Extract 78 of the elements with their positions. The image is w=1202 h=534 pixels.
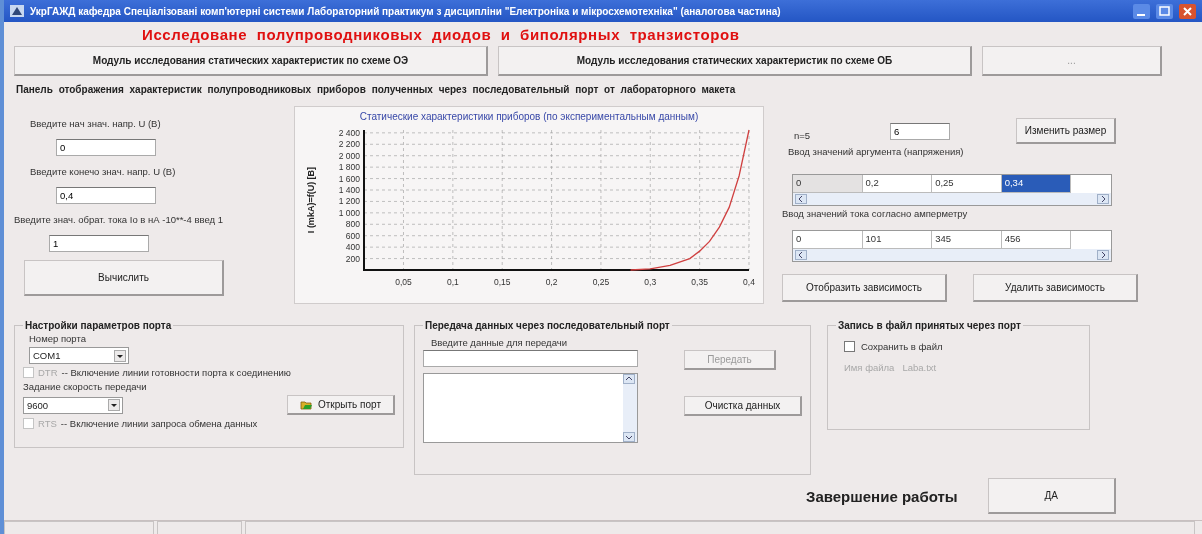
y-tick-label: 1 800 (338, 162, 360, 173)
grid-cell[interactable]: 345 (932, 231, 1002, 249)
minimize-button[interactable] (1133, 3, 1150, 19)
group-legend: Настройки параметров порта (23, 320, 174, 331)
field-label: Введите нач знач. напр. U (B) (30, 118, 161, 129)
data-grid[interactable]: 0 101 345 456 (792, 230, 1112, 262)
graph-button[interactable]: Удалить зависимость (973, 274, 1138, 302)
folder-icon (300, 399, 312, 410)
module-button[interactable]: Модуль исследования статических характеристик по схеме ОБ (498, 46, 972, 76)
finish-button[interactable]: ДА (987, 478, 1116, 514)
transfer-input-field[interactable] (423, 350, 638, 367)
file-name: Laba.txt (902, 362, 937, 373)
grid-header-cell[interactable]: 0 (793, 175, 863, 193)
checkbox-label: Сохранить в файл (861, 341, 943, 352)
page-heading: Исследоване полупроводниковых диодов и биполярных транзисторов (141, 25, 741, 45)
grid-cell[interactable]: 101 (862, 231, 933, 249)
app-icon (10, 5, 24, 17)
checkbox-label: DTR (38, 367, 58, 378)
group-legend: Передача данных через последовательный порт (423, 320, 672, 331)
grid-cell[interactable]: 0 (793, 231, 863, 249)
scroll-down-arrow[interactable] (623, 432, 635, 442)
resize-button[interactable]: Изменить размер (1016, 118, 1116, 144)
speed-dropdown[interactable]: 9600 (23, 396, 123, 414)
clear-data-button[interactable]: Очистка данных (684, 396, 802, 416)
x-tick-label: 0,2 (545, 277, 557, 287)
y-axis-label: I (mkA)=f(U) [B] (305, 166, 316, 234)
input-field[interactable]: 0,4 (56, 187, 156, 204)
panel-caption: Панель отображения характеристик полупроводниковых приборов полученных через последовательный порт от лабораторного макета (15, 83, 737, 97)
input-field[interactable]: 1 (49, 235, 149, 252)
y-tick-label: 2 200 (338, 139, 360, 150)
checkbox-description: -- Включение линии запроса обмена данных (60, 418, 258, 429)
calculate-button[interactable]: Вычислить (24, 260, 224, 296)
graph-button[interactable]: Отобразить зависимость (782, 274, 947, 302)
field-label: Введите знач. обрат. тока Io в нА -10**-4 введ 1 (14, 214, 223, 225)
port-dropdown[interactable]: COM1 (29, 347, 129, 364)
window-title: УкрГАЖД кафедра Спеціалізовані комп'ютерні системи Лабораторний практикум з дисципліни "Електроніка и мікросхемотехніка" (аналогова частина) (30, 5, 782, 17)
field-label: Введите конечо знач. напр. U (B) (30, 166, 176, 177)
field-label: Номер порта (29, 333, 86, 344)
x-tick-label: 0,25 (592, 277, 609, 287)
grid-cell[interactable]: 0,34 (1001, 175, 1072, 193)
grid-cell[interactable]: 456 (1001, 231, 1072, 249)
module-button[interactable]: Модуль исследования статических характеристик по схеме ОЭ (14, 46, 488, 76)
field-label: Имя файла (844, 362, 895, 373)
y-tick-label: 200 (345, 253, 360, 264)
group-legend: Запись в файл принятых через порт (836, 320, 1023, 331)
grid-label: Ввод значений тока согласно амперметру (782, 208, 968, 219)
chart-title: Статические характеристики приборов (по экспериментальным данным) (359, 111, 699, 122)
x-tick-label: 0,3 (643, 277, 656, 287)
input-field[interactable]: 0 (56, 139, 156, 156)
y-tick-label: 2 400 (338, 127, 360, 138)
field-label: Введите данные для передачи (431, 337, 567, 348)
size-label: n=5 (794, 129, 811, 141)
y-tick-label: 1 400 (338, 185, 360, 195)
checkbox-label: RTS (38, 418, 57, 429)
y-tick-label: 400 (345, 242, 360, 253)
x-tick-label: 0,1 (446, 277, 459, 287)
finish-label: Завершение работы (806, 487, 958, 505)
y-tick-label: 800 (345, 219, 360, 230)
x-tick-label: 0,4 (742, 277, 755, 287)
y-tick-label: 1 200 (338, 196, 360, 207)
grid-label: Ввод значений аргумента (напряжения) (788, 146, 964, 157)
close-button[interactable] (1179, 3, 1196, 19)
x-tick-label: 0,35 (690, 277, 708, 287)
size-field[interactable]: 6 (890, 122, 950, 140)
maximize-button[interactable] (1156, 3, 1173, 19)
data-grid[interactable]: 0 0,2 0,25 0,34 (792, 174, 1112, 206)
y-tick-label: 2 000 (338, 150, 360, 161)
grid-cell[interactable]: 0,25 (932, 175, 1002, 193)
checkbox-description: -- Включение линии готовности порта к соединению (61, 367, 291, 378)
y-tick-label: 600 (345, 230, 360, 241)
open-port-button[interactable]: Открыть порт (287, 395, 395, 415)
scroll-up-arrow[interactable] (623, 374, 635, 384)
y-tick-label: 1 000 (338, 207, 360, 218)
field-label: Задание скорость передачи (23, 381, 148, 392)
x-tick-label: 0,05 (394, 277, 412, 287)
grid-cell[interactable]: 0,2 (862, 175, 933, 193)
y-tick-label: 1 600 (338, 173, 360, 184)
x-tick-label: 0,15 (493, 277, 510, 287)
